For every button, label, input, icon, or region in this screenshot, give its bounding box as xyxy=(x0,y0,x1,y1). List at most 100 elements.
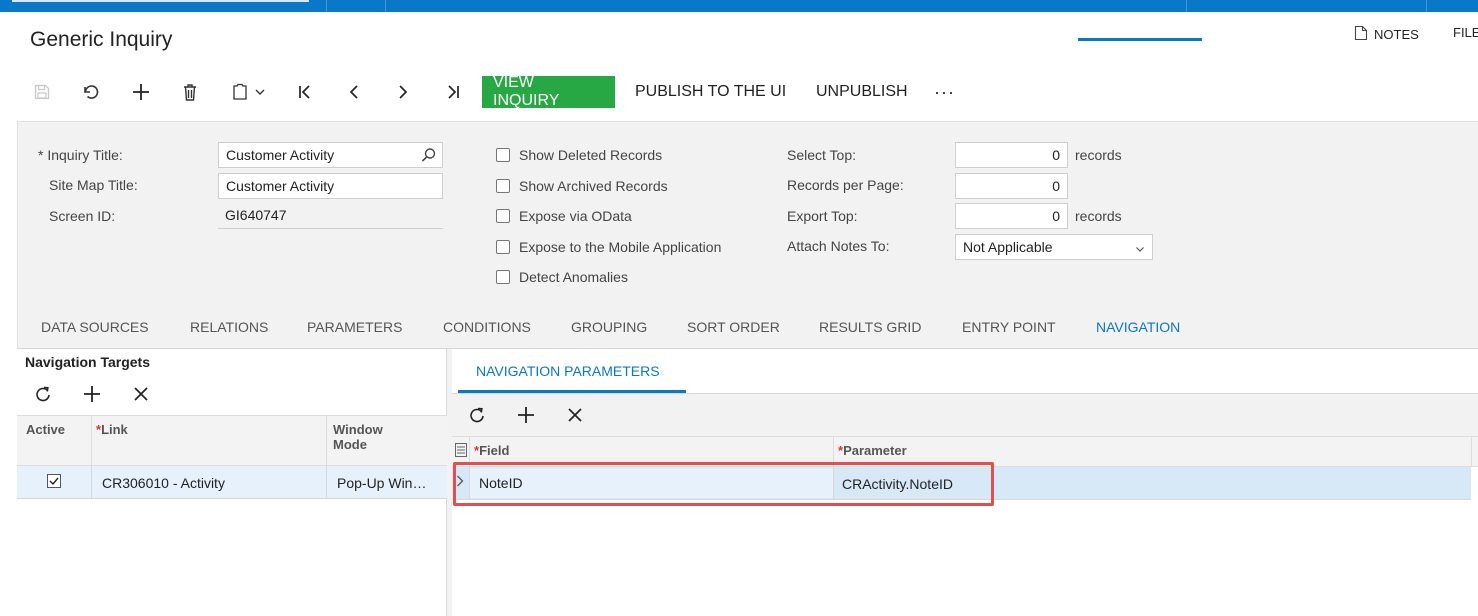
link-cell[interactable]: CR306010 - Activity xyxy=(102,475,225,491)
column-divider xyxy=(326,416,327,465)
column-parameter[interactable]: *Parameter xyxy=(838,443,907,458)
table-row[interactable]: CR306010 - Activity Pop-Up Win… xyxy=(17,466,447,499)
search-icon[interactable] xyxy=(421,147,437,166)
main-toolbar: VIEW INQUIRY PUBLISH TO THE UI UNPUBLISH… xyxy=(0,74,1478,110)
parameter-cell[interactable]: CRActivity.NoteID xyxy=(842,476,953,492)
view-inquiry-button[interactable]: VIEW INQUIRY xyxy=(482,74,615,109)
records-per-page-field[interactable]: 0 xyxy=(955,173,1068,199)
top-bar-active-indicator xyxy=(12,0,309,2)
trash-icon[interactable] xyxy=(177,79,203,105)
grid-header: *Field *Parameter xyxy=(452,436,1478,467)
grid-header: Active *Link Window Mode xyxy=(17,415,447,466)
clipboard-icon[interactable] xyxy=(226,79,270,105)
records-suffix: records xyxy=(1075,147,1122,163)
refresh-icon[interactable] xyxy=(31,382,55,406)
expose-mobile-checkbox[interactable]: Expose to the Mobile Application xyxy=(496,239,721,255)
navigation-parameters-pane: NAVIGATION PARAMETERS *Field *Parameter … xyxy=(452,349,1478,616)
column-active[interactable]: Active xyxy=(26,422,65,437)
navigation-targets-pane: Navigation Targets Active *Link Window Mo… xyxy=(17,349,447,616)
tab-parameters[interactable]: PARAMETERS xyxy=(307,319,402,335)
column-link-label: Link xyxy=(101,422,128,437)
checkbox-label: Expose to the Mobile Application xyxy=(519,239,722,255)
attach-notes-label: Attach Notes To: xyxy=(787,238,890,254)
active-tab-indicator xyxy=(1078,38,1202,41)
tab-results-grid[interactable]: RESULTS GRID xyxy=(819,319,921,335)
table-row[interactable]: NoteID CRActivity.NoteID xyxy=(452,467,1471,500)
checkbox-label: Detect Anomalies xyxy=(519,269,628,285)
detect-anomalies-checkbox[interactable]: Detect Anomalies xyxy=(496,269,628,285)
tab-sort-order[interactable]: SORT ORDER xyxy=(687,319,780,335)
export-top-label: Export Top: xyxy=(787,208,858,224)
column-divider xyxy=(833,467,834,499)
inquiry-title-label-text: Inquiry Title: xyxy=(47,147,123,163)
navigation-targets-title: Navigation Targets xyxy=(25,354,150,370)
column-divider xyxy=(326,466,327,498)
refresh-icon[interactable] xyxy=(465,403,489,427)
note-icon xyxy=(1354,25,1368,44)
checkbox-label: Show Deleted Records xyxy=(519,147,663,163)
tab-navigation-parameters[interactable]: NAVIGATION PARAMETERS xyxy=(476,363,660,379)
select-top-label: Select Top: xyxy=(787,147,857,163)
plus-icon[interactable] xyxy=(128,79,154,105)
top-bar-divider xyxy=(1426,0,1427,12)
tab-relations[interactable]: RELATIONS xyxy=(190,319,268,335)
chevron-down-icon[interactable] xyxy=(1135,241,1145,257)
column-divider xyxy=(1471,437,1472,466)
notes-button[interactable]: NOTES xyxy=(1354,25,1419,44)
undo-icon[interactable] xyxy=(78,79,104,105)
page-title: Generic Inquiry xyxy=(30,28,173,51)
tab-data-sources[interactable]: DATA SOURCES xyxy=(41,319,149,335)
show-archived-records-checkbox[interactable]: Show Archived Records xyxy=(496,178,668,194)
plus-icon[interactable] xyxy=(80,382,104,406)
parameters-toolbar xyxy=(452,394,1478,436)
checkbox-box[interactable] xyxy=(496,270,510,284)
inquiry-title-label: * Inquiry Title: xyxy=(38,147,123,163)
column-field-label: Field xyxy=(479,443,510,458)
column-divider xyxy=(833,437,834,466)
plus-icon[interactable] xyxy=(514,403,538,427)
inquiry-title-value: Customer Activity xyxy=(226,147,335,163)
files-button[interactable]: FILE xyxy=(1453,25,1478,40)
column-settings-icon[interactable] xyxy=(455,443,467,460)
checkbox-box[interactable] xyxy=(496,179,510,193)
checkbox-box[interactable] xyxy=(496,240,510,254)
column-divider xyxy=(469,437,470,466)
first-page-icon[interactable] xyxy=(292,79,318,105)
chevron-right-icon[interactable] xyxy=(390,79,416,105)
window-mode-cell[interactable]: Pop-Up Win… xyxy=(337,475,437,491)
show-deleted-records-checkbox[interactable]: Show Deleted Records xyxy=(496,147,662,163)
last-page-icon[interactable] xyxy=(440,79,466,105)
files-label: FILE xyxy=(1453,25,1478,40)
more-menu-button[interactable]: ··· xyxy=(934,76,955,108)
checkbox-checked-icon[interactable] xyxy=(47,474,61,491)
close-icon[interactable] xyxy=(563,403,587,427)
close-icon[interactable] xyxy=(129,382,153,406)
export-top-field[interactable]: 0 xyxy=(955,203,1068,229)
attach-notes-select[interactable]: Not Applicable xyxy=(955,234,1153,260)
select-top-field[interactable]: 0 xyxy=(955,142,1068,168)
inquiry-title-field[interactable]: Customer Activity xyxy=(218,142,443,168)
field-cell[interactable]: NoteID xyxy=(470,468,833,498)
checkbox-box[interactable] xyxy=(496,148,510,162)
column-field[interactable]: *Field xyxy=(474,443,509,458)
required-marker: * xyxy=(38,147,44,163)
unpublish-button[interactable]: UNPUBLISH xyxy=(816,76,908,108)
top-bar-divider xyxy=(385,0,386,12)
column-window-label: Window xyxy=(333,422,383,437)
tab-conditions[interactable]: CONDITIONS xyxy=(443,319,531,335)
row-indicator-icon xyxy=(456,474,464,491)
tab-grouping[interactable]: GROUPING xyxy=(571,319,647,335)
expose-via-odata-checkbox[interactable]: Expose via OData xyxy=(496,208,632,224)
tab-entry-point[interactable]: ENTRY POINT xyxy=(962,319,1056,335)
tab-navigation[interactable]: NAVIGATION xyxy=(1096,319,1180,335)
top-app-bar xyxy=(0,0,1478,12)
chevron-left-icon[interactable] xyxy=(341,79,367,105)
save-icon[interactable] xyxy=(29,79,55,105)
column-window-mode[interactable]: Window Mode xyxy=(333,422,383,452)
checkbox-box[interactable] xyxy=(496,209,510,223)
site-map-title-field[interactable]: Customer Activity xyxy=(218,173,443,199)
column-link[interactable]: *Link xyxy=(96,422,128,437)
publish-button[interactable]: PUBLISH TO THE UI xyxy=(635,76,786,108)
top-bar-divider xyxy=(1186,0,1187,12)
site-map-title-label: Site Map Title: xyxy=(49,177,138,193)
